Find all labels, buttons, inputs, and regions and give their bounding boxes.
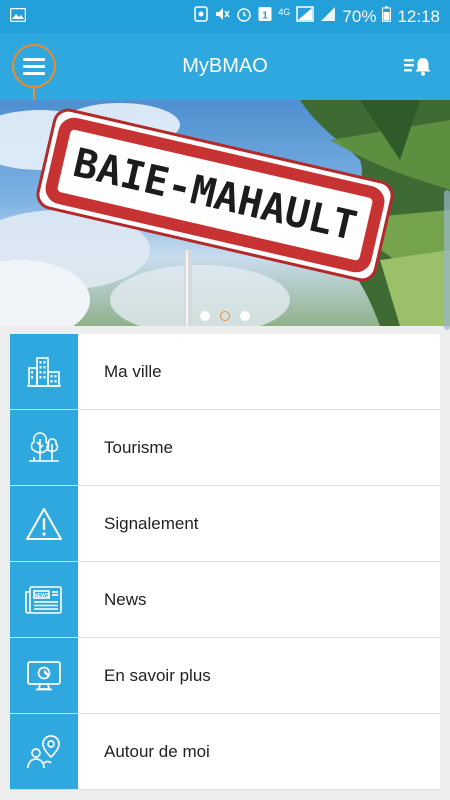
mute-icon — [214, 6, 231, 27]
menu-item-news[interactable]: NEWS News — [10, 562, 440, 638]
battery-level: 70% — [342, 6, 377, 26]
hero-carousel[interactable]: BAIE-MAHAULT — [0, 100, 450, 326]
app-title: MyBMAO — [182, 55, 268, 77]
notification-list-bell-icon — [404, 58, 431, 76]
app-bar: MyBMAO — [0, 33, 450, 100]
wifi-signal-icon — [296, 6, 315, 27]
carousel-dot[interactable] — [240, 311, 250, 321]
trees-icon — [29, 431, 59, 462]
monitor-info-icon — [27, 660, 61, 690]
network-type: 4G — [278, 6, 291, 17]
menu-item-ma-ville[interactable]: Ma ville — [10, 334, 440, 410]
svg-text:NEWS: NEWS — [34, 592, 50, 598]
carousel-indicator — [0, 311, 450, 323]
menu-item-label: News — [104, 589, 147, 609]
smart-manager-icon — [194, 6, 209, 27]
menu-item-label: En savoir plus — [104, 665, 211, 685]
battery-icon — [382, 6, 392, 27]
gallery-notification-icon — [9, 7, 27, 27]
menu-item-autour-de-moi[interactable]: Autour de moi — [10, 714, 440, 790]
menu-item-en-savoir-plus[interactable]: En savoir plus — [10, 638, 440, 714]
status-bar: 1 4G 70% 12:18 — [0, 0, 450, 33]
menu-item-label: Ma ville — [104, 361, 162, 381]
notifications-button[interactable] — [404, 55, 432, 77]
city-buildings-icon — [27, 356, 61, 387]
hero-image: BAIE-MAHAULT — [0, 100, 450, 326]
menu-item-signalement[interactable]: Signalement — [10, 486, 440, 562]
main-menu: Ma ville Tourisme Signalement NEWS News … — [10, 334, 440, 790]
carousel-dot[interactable] — [200, 311, 210, 321]
carousel-dot-active[interactable] — [220, 311, 230, 321]
scrollbar[interactable] — [444, 190, 450, 330]
location-people-icon — [27, 734, 60, 768]
menu-item-label: Autour de moi — [104, 741, 210, 761]
calendar-icon: 1 — [258, 6, 272, 27]
cell-signal-icon — [320, 6, 336, 27]
alarm-icon — [236, 6, 252, 27]
menu-item-tourisme[interactable]: Tourisme — [10, 410, 440, 486]
newspaper-icon: NEWS — [25, 585, 62, 614]
menu-item-label: Signalement — [104, 513, 199, 533]
clock: 12:18 — [397, 6, 440, 26]
svg-text:1: 1 — [263, 11, 269, 22]
warning-triangle-icon — [26, 507, 62, 540]
menu-item-label: Tourisme — [104, 437, 173, 457]
